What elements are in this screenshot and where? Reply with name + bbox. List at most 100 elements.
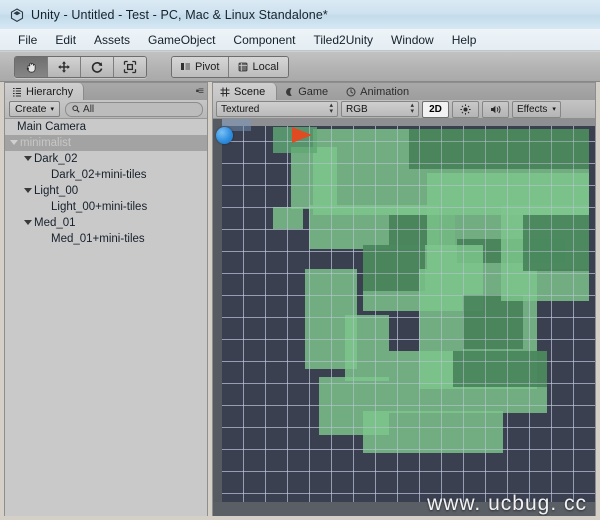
hierarchy-tab-row: Hierarchy ▪≡ [5,83,207,100]
scene-tab-row: Scene Game Animation [213,83,595,100]
list-item[interactable]: Main Camera [5,119,207,135]
panel-options-icon[interactable]: ▪≡ [196,86,203,97]
unity-editor-window: Unity - Untitled - Test - PC, Mac & Linu… [0,0,600,520]
local-space-icon [238,62,248,72]
grid-icon [220,87,230,97]
hierarchy-item-label: Dark_02 [34,153,77,165]
move-tool-button[interactable] [48,57,81,77]
create-label: Create [15,103,47,115]
search-value: All [83,104,94,115]
gamepad-icon [284,87,294,97]
scene-left-margin [213,119,222,516]
menu-component[interactable]: Component [224,31,304,49]
draw-mode-dropdown[interactable]: Textured ▴▾ [216,101,338,117]
view-gizmo-icon[interactable] [216,127,233,144]
menu-file[interactable]: File [9,31,46,49]
hierarchy-panel: Hierarchy ▪≡ Create ▾ All Main Camera [4,82,208,516]
pivot-mode-group: Pivot Local [171,56,289,78]
tilemap-land [291,147,337,209]
rect-transform-icon [123,60,137,74]
chevron-updown-icon: ▴▾ [329,103,333,115]
hierarchy-item-label: minimalist [20,137,71,149]
hierarchy-icon [12,87,22,97]
tab-animation[interactable]: Animation [339,83,420,100]
menu-help[interactable]: Help [443,31,486,49]
color-mode-value: RGB [346,104,368,115]
main-toolbar: Pivot Local [0,52,600,82]
list-item[interactable]: Dark_02+mini-tiles [5,167,207,183]
scene-panel: Scene Game Animation Textured ▴▾ RG [212,82,596,516]
game-tab-label: Game [298,86,328,98]
scene-view-toolbar: Textured ▴▾ RGB ▴▾ 2D Effects [213,100,595,119]
hierarchy-search-input[interactable]: All [65,102,203,117]
clock-icon [346,87,356,97]
speaker-icon [490,104,502,115]
menu-gameobject[interactable]: GameObject [139,31,224,49]
list-item[interactable]: Dark_02 [5,151,207,167]
chevron-down-icon: ▾ [51,105,55,113]
effects-label: Effects [517,104,547,115]
create-button[interactable]: Create ▾ [9,101,60,117]
color-mode-dropdown[interactable]: RGB ▴▾ [341,101,419,117]
toggle-audio-button[interactable] [482,101,509,118]
transform-tools-group [14,56,147,78]
expand-triangle-icon[interactable] [23,219,32,228]
menu-bar: File Edit Assets GameObject Component Ti… [0,29,600,51]
move-arrows-icon [57,60,71,74]
hand-icon [24,60,38,74]
scene-tab-label: Scene [234,86,265,98]
tab-scene[interactable]: Scene [213,83,277,100]
window-title: Unity - Untitled - Test - PC, Mac & Linu… [31,8,328,22]
sun-icon [460,104,471,115]
watermark-text: www. ucbug. cc [427,492,587,516]
expand-triangle-icon[interactable] [23,155,32,164]
list-item[interactable]: Light_00+mini-tiles [5,199,207,215]
pivot-button[interactable]: Pivot [172,57,229,77]
pivot-label: Pivot [195,61,219,73]
search-icon [72,105,80,113]
hierarchy-tree[interactable]: Main Camera minimalist Dark_02 Dark_02+m… [5,119,207,516]
toggle-2d-button[interactable]: 2D [422,101,449,118]
menu-edit[interactable]: Edit [46,31,85,49]
direction-arrow-icon [292,127,312,143]
rotate-tool-button[interactable] [81,57,114,77]
scene-top-band [222,119,595,126]
list-item[interactable]: Med_01+mini-tiles [5,231,207,247]
tab-hierarchy[interactable]: Hierarchy [5,83,84,100]
toggle-lighting-button[interactable] [452,101,479,118]
list-item[interactable]: Light_00 [5,183,207,199]
list-item[interactable]: minimalist [5,135,207,151]
pivot-icon [181,62,191,71]
draw-mode-value: Textured [221,104,259,115]
hierarchy-toolbar: Create ▾ All [5,100,207,119]
hierarchy-item-label: Light_00+mini-tiles [51,201,147,213]
hierarchy-item-label: Med_01 [34,217,76,229]
hand-tool-button[interactable] [15,57,48,77]
mode-2d-label: 2D [429,104,442,115]
hierarchy-item-label: Dark_02+mini-tiles [51,169,147,181]
expand-triangle-icon[interactable] [23,187,32,196]
hierarchy-tab-label: Hierarchy [26,86,73,98]
rect-transform-tool-button[interactable] [114,57,146,77]
rotate-icon [90,60,104,74]
hierarchy-item-label: Light_00 [34,185,78,197]
menu-assets[interactable]: Assets [85,31,139,49]
hierarchy-item-label: Med_01+mini-tiles [51,233,145,245]
animation-tab-label: Animation [360,86,409,98]
hierarchy-item-label: Main Camera [17,121,86,133]
chevron-updown-icon: ▴▾ [410,103,414,115]
scene-viewport[interactable]: www. ucbug. cc [213,119,595,516]
tilemap-land [463,295,523,349]
chevron-down-icon: ▾ [552,105,556,113]
expand-triangle-icon[interactable] [9,139,18,148]
tilemap-land [273,207,303,229]
effects-dropdown[interactable]: Effects ▾ [512,101,561,118]
title-bar: Unity - Untitled - Test - PC, Mac & Linu… [0,0,600,30]
list-item[interactable]: Med_01 [5,215,207,231]
menu-tiled2unity[interactable]: Tiled2Unity [304,31,382,49]
tilemap-land [523,215,589,271]
tab-game[interactable]: Game [277,83,339,100]
menu-window[interactable]: Window [382,31,443,49]
local-button[interactable]: Local [229,57,287,77]
tilemap-land [363,245,425,291]
